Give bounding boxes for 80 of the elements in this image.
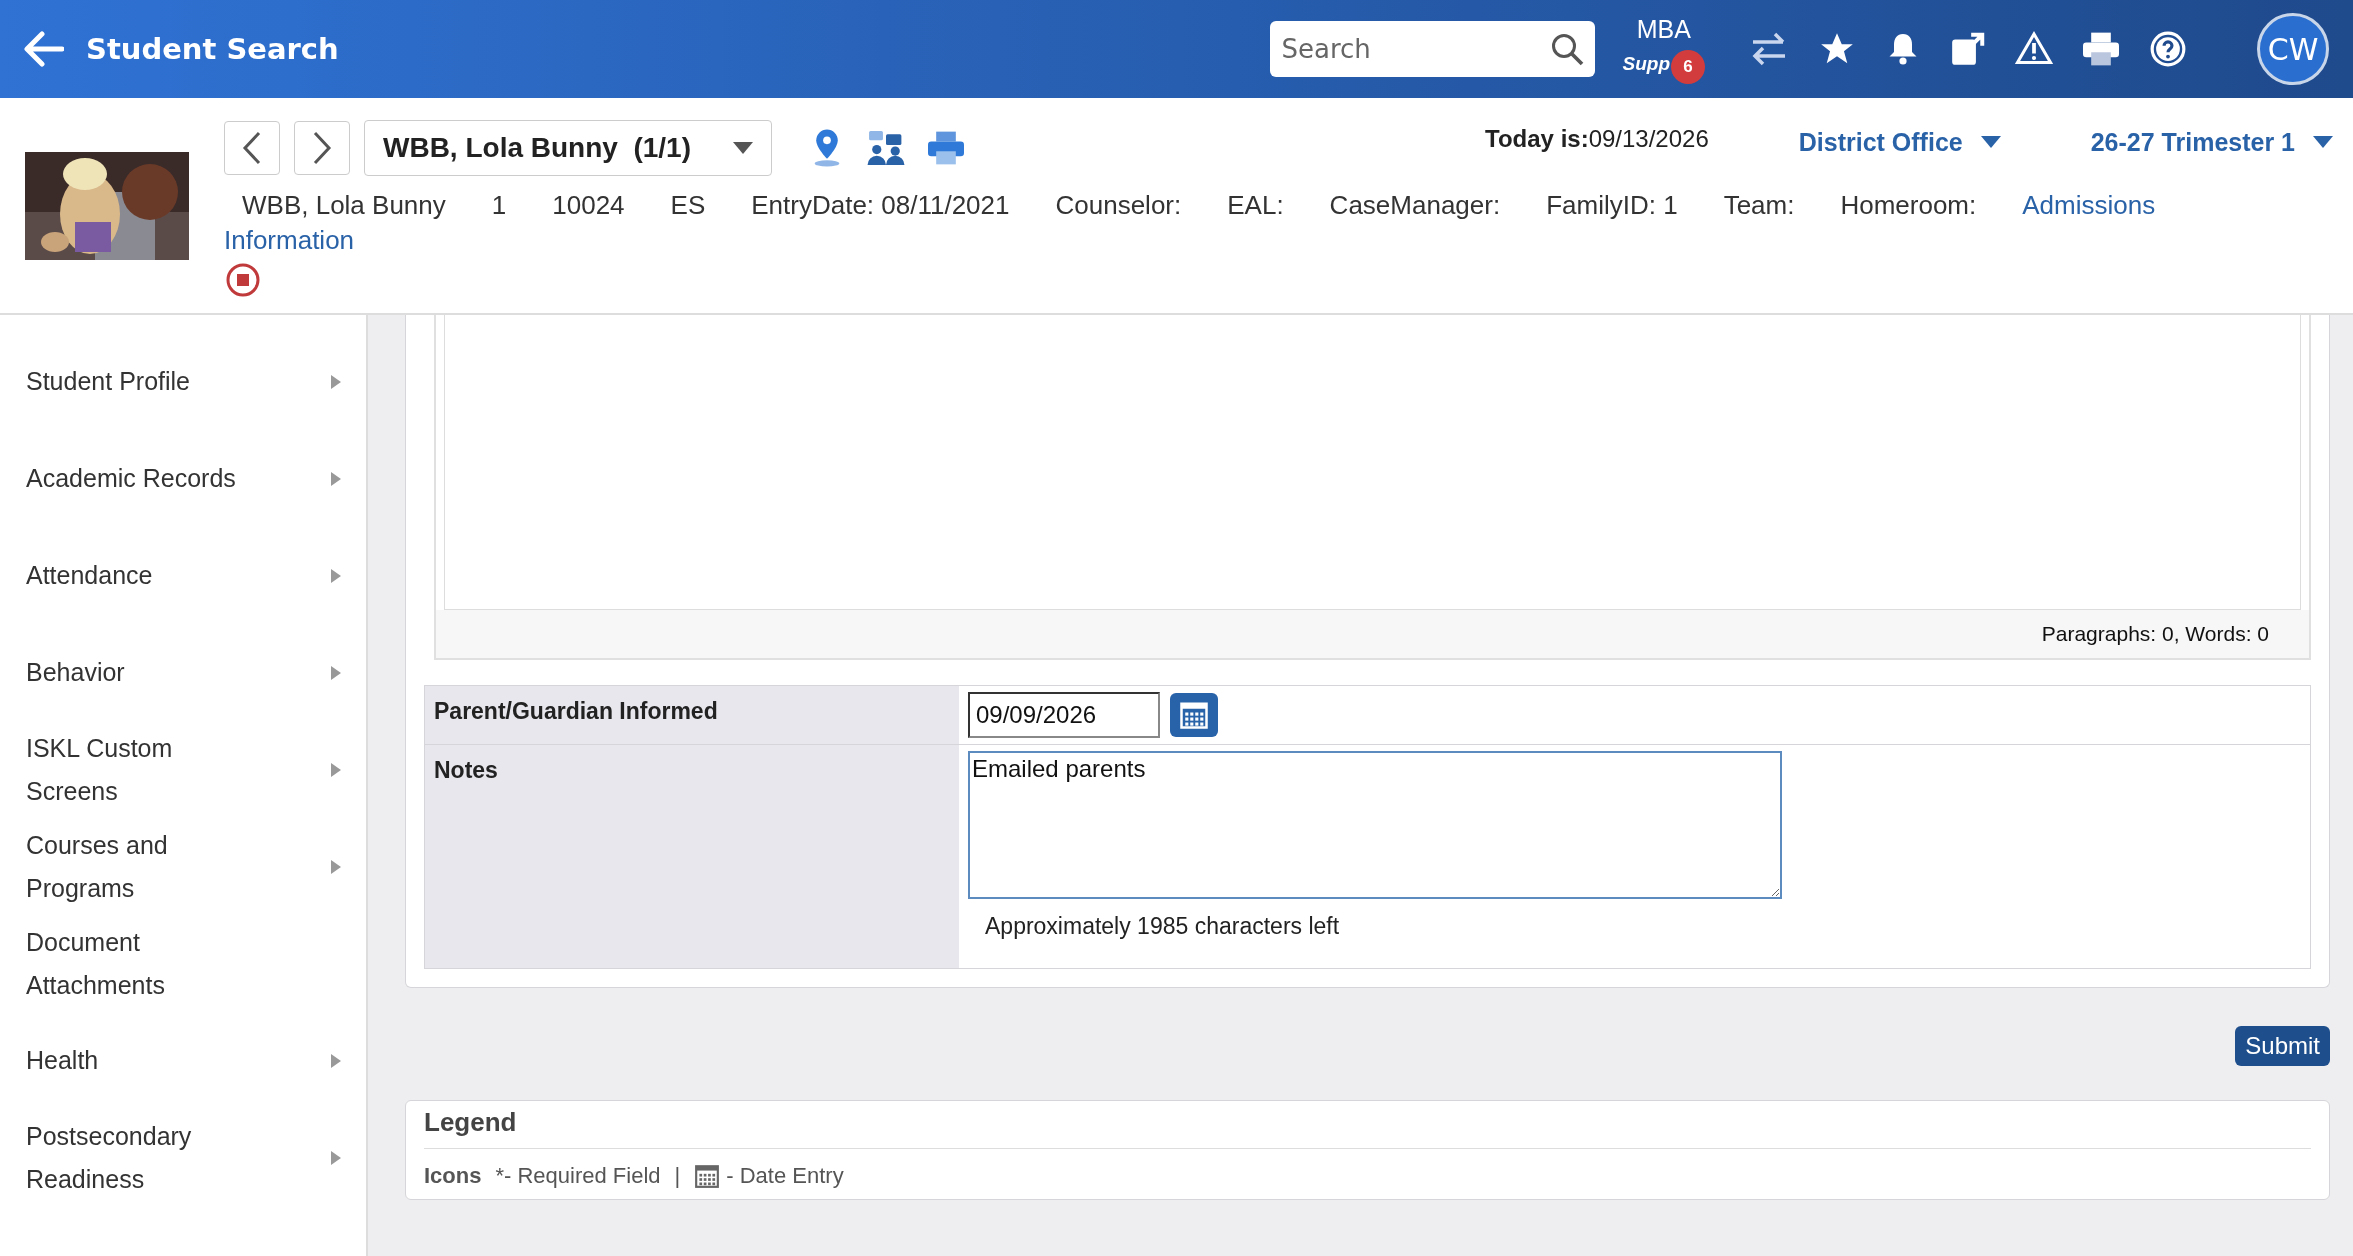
- previous-button[interactable]: [224, 121, 280, 175]
- sidebar-item-label: Academic Records: [26, 463, 236, 494]
- legend-text: - Date Entry: [726, 1163, 844, 1189]
- today-date: Today is:09/13/2026: [1485, 125, 1709, 153]
- student-info-text: Team:: [1723, 189, 1795, 222]
- warning-icon[interactable]: [2015, 31, 2053, 67]
- student-info-text: CaseManager:: [1329, 189, 1501, 222]
- sidebar-item[interactable]: Academic Records: [0, 430, 366, 527]
- field-label: Parent/Guardian Informed: [425, 686, 959, 744]
- calendar-icon: [694, 1163, 721, 1189]
- search-box[interactable]: Search: [1269, 21, 1595, 77]
- legend-text: *- Required Field: [495, 1163, 661, 1189]
- expand-arrow-icon: [330, 1052, 342, 1069]
- calendar-button[interactable]: [1170, 693, 1218, 737]
- sidebar-item[interactable]: Health: [0, 1012, 366, 1109]
- student-info-text: FamilyID: 1: [1546, 189, 1678, 222]
- sidebar-item-label: Courses and Programs: [26, 829, 169, 904]
- notes-field[interactable]: Emailed parents: [968, 751, 1782, 899]
- student-info-text: 10024: [552, 189, 625, 222]
- help-icon[interactable]: [2149, 30, 2187, 68]
- back-button[interactable]: Student Search: [24, 31, 339, 67]
- student-info-text: Homeroom:: [1840, 189, 1977, 222]
- admissions-link[interactable]: Information: [224, 223, 355, 258]
- stop-icon[interactable]: [225, 262, 261, 298]
- support-logo-text: Supp: [1622, 52, 1670, 75]
- caret-icon: [2313, 136, 2333, 148]
- submit-button[interactable]: Submit: [2235, 1026, 2330, 1066]
- expand-arrow-icon: [330, 761, 342, 778]
- expand-arrow-icon: [330, 470, 342, 487]
- notification-badge: 6: [1671, 49, 1705, 84]
- date-input[interactable]: 09/09/2026: [968, 692, 1160, 738]
- sidebar-item-label: Attendance: [26, 560, 153, 591]
- admissions-link[interactable]: Admissions: [2022, 188, 2156, 223]
- sidebar-item-label: Document Attachments: [26, 926, 166, 1001]
- legend-label: Icons: [424, 1163, 482, 1189]
- legend-separator: |: [674, 1163, 681, 1189]
- people-chat-icon[interactable]: [866, 129, 906, 167]
- printer-icon[interactable]: [2081, 31, 2121, 67]
- next-button[interactable]: [294, 121, 350, 175]
- student-info-text: WBB, Lola Bunny: [242, 189, 446, 222]
- back-arrow-icon: [24, 31, 64, 67]
- student-info-text: Counselor:: [1055, 189, 1182, 222]
- expand-arrow-icon: [330, 664, 342, 681]
- student-selector[interactable]: WBB, Lola Bunny (1/1): [364, 120, 772, 176]
- expand-arrow-icon: [330, 1149, 342, 1166]
- term-dropdown[interactable]: 26-27 Trimester 1: [2090, 127, 2333, 157]
- sidebar-item[interactable]: Courses and Programs: [0, 818, 366, 915]
- word-count: Paragraphs: 0, Words: 0: [2041, 622, 2269, 646]
- sidebar-item[interactable]: Behavior: [0, 624, 366, 721]
- student-info-text: ES: [670, 189, 706, 222]
- characters-left: Approximately 1985 characters left: [985, 913, 1340, 940]
- expand-arrow-icon: [330, 858, 342, 875]
- sidebar-item[interactable]: Attendance: [0, 527, 366, 624]
- expand-arrow-icon: [330, 373, 342, 390]
- calendar-icon: [1179, 700, 1209, 730]
- sidebar-item[interactable]: Student Profile: [0, 333, 366, 430]
- field-label: Notes: [425, 745, 959, 968]
- sidebar-item-label: ISKL Custom Screens: [26, 732, 174, 807]
- expand-arrow-icon: [330, 567, 342, 584]
- sidebar-item[interactable]: ISKL Custom Screens: [0, 721, 366, 818]
- student-info-text: EAL:: [1227, 189, 1284, 222]
- chevron-right-icon: [312, 131, 332, 165]
- sidebar-item-label: Postsecondary Readiness: [26, 1120, 193, 1195]
- caret-icon: [733, 142, 753, 154]
- legend-title: Legend: [424, 1107, 2311, 1149]
- user-avatar[interactable]: CW: [2257, 13, 2329, 85]
- support-logo-text: MBA: [1636, 14, 1691, 44]
- school-dropdown[interactable]: District Office: [1798, 127, 2001, 157]
- printer-icon[interactable]: [926, 130, 966, 166]
- external-link-icon[interactable]: [1949, 30, 1987, 68]
- chevron-left-icon: [242, 131, 262, 165]
- sidebar-item-label: Health: [26, 1045, 99, 1076]
- rich-text-editor[interactable]: Paragraphs: 0, Words: 0: [434, 315, 2311, 660]
- sidebar-item[interactable]: Document Attachments: [0, 915, 366, 1012]
- caret-icon: [1980, 136, 2001, 148]
- sidebar-item[interactable]: Postsecondary Readiness: [0, 1109, 366, 1206]
- sidebar-item-label: Student Profile: [26, 366, 190, 397]
- student-info-text: EntryDate: 08/11/2021: [751, 189, 1010, 222]
- student-info-text: 1: [491, 189, 507, 222]
- sidebar-item-label: Behavior: [26, 657, 125, 688]
